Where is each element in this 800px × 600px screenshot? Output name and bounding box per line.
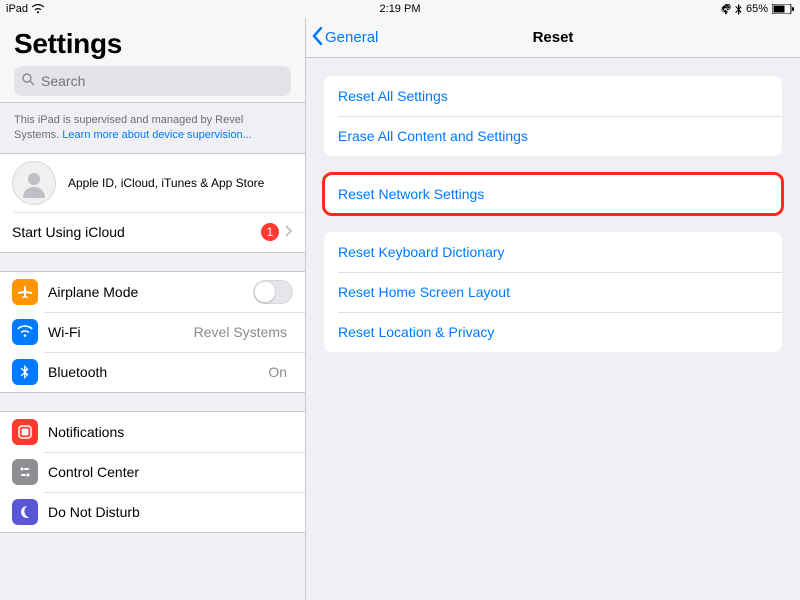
control-center-label: Control Center bbox=[48, 464, 293, 480]
notifications-icon bbox=[12, 419, 38, 445]
search-input[interactable] bbox=[41, 73, 283, 89]
detail-pane: General Reset Reset All Settings Erase A… bbox=[306, 18, 800, 600]
reset-keyboard-dictionary[interactable]: Reset Keyboard Dictionary bbox=[324, 232, 782, 272]
system-group: Notifications Control Center Do Not Dist… bbox=[0, 411, 305, 533]
status-bar: iPad 2:19 PM 65% bbox=[0, 0, 800, 18]
supervision-link[interactable]: Learn more about device supervision... bbox=[62, 129, 252, 141]
account-group: Apple ID, iCloud, iTunes & App Store Sta… bbox=[0, 153, 305, 253]
wifi-icon bbox=[32, 4, 44, 14]
airplane-mode-row[interactable]: Airplane Mode bbox=[0, 272, 305, 312]
orientation-lock-icon bbox=[720, 4, 731, 15]
dnd-icon bbox=[12, 499, 38, 525]
apple-id-label: Apple ID, iCloud, iTunes & App Store bbox=[68, 176, 293, 190]
avatar-icon bbox=[12, 161, 56, 205]
airplane-toggle[interactable] bbox=[253, 280, 293, 304]
start-icloud-row[interactable]: Start Using iCloud 1 bbox=[0, 212, 305, 252]
detail-title: Reset bbox=[533, 29, 574, 46]
battery-icon bbox=[772, 4, 794, 14]
reset-home-screen[interactable]: Reset Home Screen Layout bbox=[324, 272, 782, 312]
wifi-value: Revel Systems bbox=[194, 324, 287, 340]
bluetooth-label: Bluetooth bbox=[48, 364, 268, 380]
back-button[interactable]: General bbox=[306, 27, 384, 49]
wifi-label: Wi-Fi bbox=[48, 324, 194, 340]
erase-all-content[interactable]: Erase All Content and Settings bbox=[324, 116, 782, 156]
detail-nav: General Reset bbox=[306, 18, 800, 58]
apple-id-row[interactable]: Apple ID, iCloud, iTunes & App Store bbox=[0, 154, 305, 212]
sidebar-header: Settings bbox=[0, 18, 305, 102]
control-center-row[interactable]: Control Center bbox=[0, 452, 305, 492]
chevron-left-icon bbox=[312, 27, 323, 49]
back-label: General bbox=[325, 29, 378, 46]
bluetooth-settings-icon bbox=[12, 359, 38, 385]
notifications-row[interactable]: Notifications bbox=[0, 412, 305, 452]
bluetooth-row[interactable]: Bluetooth On bbox=[0, 352, 305, 392]
reset-network-settings[interactable]: Reset Network Settings bbox=[324, 174, 782, 214]
wifi-settings-icon bbox=[12, 319, 38, 345]
dnd-row[interactable]: Do Not Disturb bbox=[0, 492, 305, 532]
start-icloud-label: Start Using iCloud bbox=[12, 224, 261, 240]
clock: 2:19 PM bbox=[380, 3, 421, 15]
search-field[interactable] bbox=[14, 66, 291, 96]
battery-pct: 65% bbox=[746, 3, 768, 15]
wifi-row[interactable]: Wi-Fi Revel Systems bbox=[0, 312, 305, 352]
reset-group-2: Reset Network Settings bbox=[324, 174, 782, 214]
notifications-label: Notifications bbox=[48, 424, 293, 440]
sidebar: Settings This iPad is supervised and man… bbox=[0, 18, 306, 600]
airplane-icon bbox=[12, 279, 38, 305]
page-title: Settings bbox=[14, 28, 291, 60]
badge: 1 bbox=[261, 223, 279, 241]
device-label: iPad bbox=[6, 3, 28, 15]
reset-group-3: Reset Keyboard Dictionary Reset Home Scr… bbox=[324, 232, 782, 352]
reset-group-1: Reset All Settings Erase All Content and… bbox=[324, 76, 782, 156]
control-center-icon bbox=[12, 459, 38, 485]
chevron-right-icon bbox=[285, 224, 293, 240]
airplane-label: Airplane Mode bbox=[48, 284, 253, 300]
bluetooth-value: On bbox=[268, 364, 287, 380]
search-icon bbox=[22, 73, 35, 89]
connectivity-group: Airplane Mode Wi-Fi Revel Systems Blueto… bbox=[0, 271, 305, 393]
reset-all-settings[interactable]: Reset All Settings bbox=[324, 76, 782, 116]
bluetooth-icon bbox=[735, 4, 742, 15]
supervision-notice: This iPad is supervised and managed by R… bbox=[0, 103, 305, 153]
reset-location-privacy[interactable]: Reset Location & Privacy bbox=[324, 312, 782, 352]
dnd-label: Do Not Disturb bbox=[48, 504, 293, 520]
